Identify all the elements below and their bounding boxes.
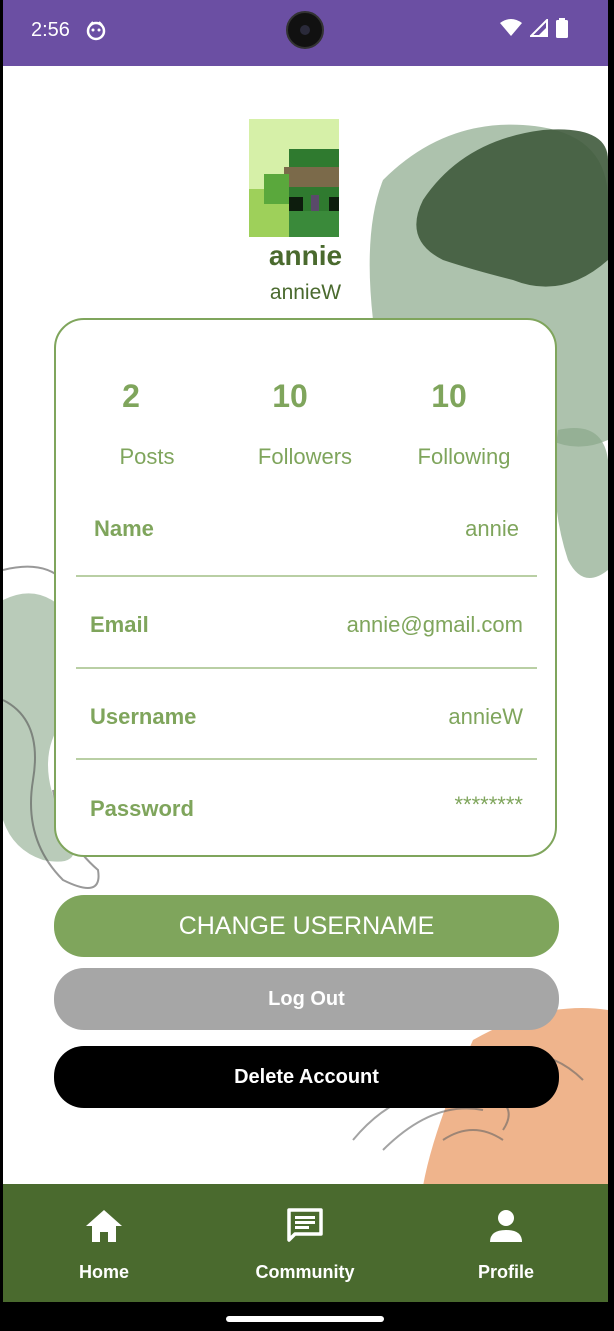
nav-item-community[interactable]: Community bbox=[230, 1184, 380, 1302]
notification-app-icon bbox=[86, 21, 106, 41]
wifi-icon bbox=[500, 19, 522, 36]
nav-label-profile: Profile bbox=[477, 1262, 534, 1282]
following-label[interactable]: Following bbox=[389, 444, 539, 470]
profile-card: 2 Posts 10 Followers 10 Following Name a… bbox=[54, 318, 557, 857]
password-label: Password bbox=[90, 796, 194, 821]
nav-item-home[interactable]: Home bbox=[29, 1184, 179, 1302]
avatar[interactable] bbox=[249, 119, 339, 237]
username-label: Username bbox=[90, 704, 197, 729]
divider bbox=[76, 575, 537, 577]
profile-handle: annieW bbox=[269, 281, 342, 304]
name-label: Name bbox=[94, 516, 154, 541]
delete-account-button[interactable]: Delete Account bbox=[54, 1046, 559, 1108]
following-count: 10 bbox=[431, 378, 467, 414]
home-icon bbox=[86, 1210, 122, 1242]
battery-icon bbox=[556, 18, 568, 38]
status-bar: 2:56 bbox=[3, 0, 608, 66]
bottom-nav: Home Community Profile bbox=[3, 1184, 608, 1302]
posts-count: 2 bbox=[122, 378, 140, 414]
chat-icon bbox=[287, 1208, 323, 1242]
profile-display-name: annie bbox=[268, 240, 343, 271]
divider bbox=[76, 667, 537, 669]
password-value: ******** bbox=[454, 792, 524, 817]
divider bbox=[76, 758, 537, 760]
nav-label-community: Community bbox=[255, 1262, 355, 1282]
status-icons bbox=[500, 18, 568, 38]
email-value: annie@gmail.com bbox=[346, 612, 523, 637]
change-username-button[interactable]: CHANGE USERNAME bbox=[54, 895, 559, 957]
email-label: Email bbox=[90, 612, 149, 637]
camera-cutout bbox=[286, 11, 324, 49]
person-icon bbox=[490, 1210, 522, 1242]
app-screen: 2:56 annie annieW 2 Posts 10 Followers 1… bbox=[3, 0, 608, 1331]
gesture-bar[interactable] bbox=[226, 1316, 384, 1322]
signal-icon bbox=[530, 19, 548, 37]
username-value: annieW bbox=[448, 704, 523, 729]
log-out-button[interactable]: Log Out bbox=[54, 968, 559, 1030]
posts-label[interactable]: Posts bbox=[72, 444, 222, 470]
nav-label-home: Home bbox=[78, 1262, 129, 1282]
gesture-area bbox=[3, 1302, 608, 1331]
followers-label[interactable]: Followers bbox=[230, 444, 380, 470]
name-value: annie bbox=[465, 516, 519, 541]
status-time: 2:56 bbox=[31, 19, 70, 41]
nav-item-profile[interactable]: Profile bbox=[431, 1184, 581, 1302]
followers-count: 10 bbox=[272, 378, 308, 414]
